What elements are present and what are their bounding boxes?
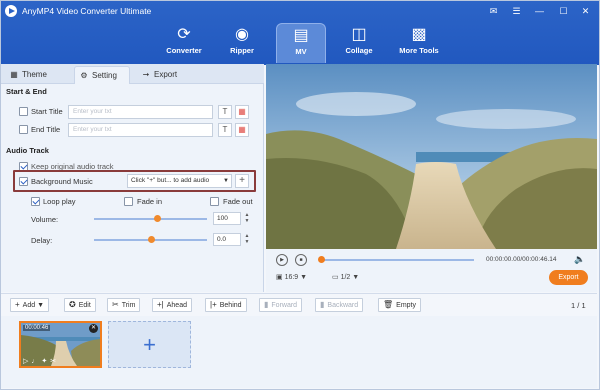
clip-duration: 00:00:46 bbox=[23, 325, 51, 331]
behind-button[interactable]: |+ Behind bbox=[205, 298, 247, 312]
scissors-icon[interactable]: ✂ bbox=[50, 358, 59, 365]
delay-value[interactable]: 0.0 bbox=[213, 233, 241, 246]
audio-track-heading: Audio Track bbox=[6, 146, 49, 155]
start-title-font-icon[interactable]: T bbox=[218, 105, 232, 119]
behind-icon: |+ bbox=[210, 300, 217, 309]
effect-icon[interactable]: ✦ bbox=[41, 358, 50, 365]
delay-label: Delay: bbox=[31, 236, 53, 245]
tab-mv[interactable]: ▤ MV bbox=[276, 23, 326, 63]
edit-icon: ✪ bbox=[69, 300, 76, 309]
tab-more-tools[interactable]: ▩ More Tools bbox=[393, 23, 445, 63]
clip-controls[interactable]: ▷♩✦✂ bbox=[23, 357, 59, 365]
end-title-font-icon[interactable]: T bbox=[218, 123, 232, 137]
end-title-checkbox[interactable] bbox=[19, 125, 28, 134]
forward-icon: ▮ bbox=[264, 300, 269, 309]
fade-in-label: Fade in bbox=[137, 197, 163, 206]
play-icon[interactable]: ▶ bbox=[276, 254, 288, 266]
fade-in-checkbox[interactable] bbox=[124, 197, 133, 206]
remove-clip-icon[interactable]: ✕ bbox=[89, 324, 98, 333]
volume-value[interactable]: 100 bbox=[213, 212, 241, 225]
trash-icon: 🗑 bbox=[383, 300, 394, 309]
monitor-icon: ▭ bbox=[332, 274, 341, 281]
page-counter: 1 / 1 bbox=[571, 301, 586, 310]
volume-icon[interactable]: 🔈 bbox=[574, 254, 585, 265]
subtab-theme[interactable]: ▦ Theme bbox=[5, 66, 67, 84]
add-audio-button[interactable]: + bbox=[235, 174, 249, 188]
loop-play-checkbox[interactable] bbox=[31, 197, 40, 206]
grid-icon: ▦ bbox=[10, 70, 18, 79]
loop-play-label: Loop play bbox=[43, 197, 76, 206]
end-title-label: End Title bbox=[31, 125, 61, 134]
menu-icon[interactable]: ☰ bbox=[510, 5, 523, 17]
ahead-button[interactable]: +| Ahead bbox=[152, 298, 192, 312]
trim-button[interactable]: ✂ Trim bbox=[107, 298, 141, 312]
progress-bar[interactable] bbox=[319, 259, 474, 261]
forward-button[interactable]: ▮ Forward bbox=[259, 298, 303, 312]
backward-button[interactable]: ▮ Backward bbox=[315, 298, 364, 312]
backward-icon: ▮ bbox=[320, 300, 325, 309]
chevron-down-icon: ▼ bbox=[223, 178, 229, 184]
maximize-icon[interactable]: ☐ bbox=[557, 5, 570, 17]
end-title-color-icon[interactable]: ▦ bbox=[235, 123, 249, 137]
volume-label: Volume: bbox=[31, 215, 59, 224]
video-preview bbox=[266, 64, 597, 249]
music-dropdown[interactable]: Click "+" but... to add audio ▼ bbox=[127, 174, 232, 188]
subtab-setting[interactable]: ⚙ Setting bbox=[74, 66, 130, 84]
app-title: AnyMP4 Video Converter Ultimate bbox=[22, 6, 152, 16]
gear-icon: ⚙ bbox=[80, 71, 88, 80]
stop-icon[interactable]: ■ bbox=[295, 254, 307, 266]
background-music-checkbox[interactable] bbox=[19, 177, 28, 186]
delay-slider-knob[interactable] bbox=[147, 236, 155, 243]
progress-knob[interactable] bbox=[318, 256, 325, 263]
zoom-dropdown[interactable]: ▭ 1/2 ▼ bbox=[332, 273, 359, 281]
settings-subtabs: ▦ Theme ⚙ Setting ➞ Export bbox=[1, 64, 264, 84]
collage-icon: ◫ bbox=[351, 26, 367, 43]
plus-icon: + bbox=[143, 332, 156, 357]
aspect-ratio-dropdown[interactable]: ▣ 16:9 ▼ bbox=[276, 273, 307, 281]
add-clip-button[interactable]: + bbox=[108, 321, 191, 368]
converter-icon: ⟳ bbox=[177, 26, 191, 43]
plus-icon: + bbox=[15, 300, 20, 309]
feedback-icon[interactable]: ✉ bbox=[487, 5, 500, 17]
toolbox-icon: ▩ bbox=[411, 26, 427, 43]
volume-spinner-icon[interactable]: ▲ ▼ bbox=[243, 212, 251, 225]
mv-icon: ▤ bbox=[293, 27, 309, 44]
export-icon: ➞ bbox=[142, 70, 150, 79]
preview-image bbox=[266, 64, 597, 249]
background-music-label: Background Music bbox=[31, 177, 93, 186]
delay-spinner-icon[interactable]: ▲ ▼ bbox=[243, 233, 251, 246]
clip-thumbnail[interactable]: 00:00:46 ✕ ▷♩✦✂ bbox=[19, 321, 102, 368]
tab-converter[interactable]: ⟳ Converter bbox=[159, 23, 209, 63]
tab-collage[interactable]: ◫ Collage bbox=[334, 23, 384, 63]
start-title-color-icon[interactable]: ▦ bbox=[235, 105, 249, 119]
add-button[interactable]: + Add ▼ bbox=[10, 298, 50, 312]
scissors-icon: ✂ bbox=[112, 300, 119, 309]
start-end-heading: Start & End bbox=[6, 87, 47, 96]
fade-out-checkbox[interactable] bbox=[210, 197, 219, 206]
start-title-input[interactable]: Enter your txt bbox=[68, 105, 213, 119]
start-title-checkbox[interactable] bbox=[19, 107, 28, 116]
subtab-export[interactable]: ➞ Export bbox=[137, 66, 193, 84]
start-title-label: Start Title bbox=[31, 107, 63, 116]
volume-slider[interactable] bbox=[94, 218, 207, 220]
edit-button[interactable]: ✪ Edit bbox=[64, 298, 96, 312]
ripper-icon: ◉ bbox=[235, 26, 249, 43]
export-button[interactable]: Export bbox=[549, 270, 588, 285]
end-title-input[interactable]: Enter your txt bbox=[68, 123, 213, 137]
fade-out-label: Fade out bbox=[223, 197, 253, 206]
ahead-icon: +| bbox=[157, 300, 164, 309]
speaker-icon[interactable]: ♩ bbox=[31, 358, 41, 365]
app-logo-icon bbox=[5, 5, 17, 17]
close-icon[interactable]: ✕ bbox=[579, 5, 592, 17]
chevron-down-icon: ▼ bbox=[37, 302, 45, 309]
aspect-icon: ▣ bbox=[276, 274, 285, 281]
time-display: 00:00:00.00/00:00:46.14 bbox=[486, 256, 557, 263]
minimize-icon[interactable]: — bbox=[533, 5, 546, 17]
empty-button[interactable]: 🗑 Empty bbox=[378, 298, 421, 312]
top-bar: AnyMP4 Video Converter Ultimate ✉ ☰ — ☐ … bbox=[1, 1, 599, 65]
tab-ripper[interactable]: ◉ Ripper bbox=[217, 23, 267, 63]
